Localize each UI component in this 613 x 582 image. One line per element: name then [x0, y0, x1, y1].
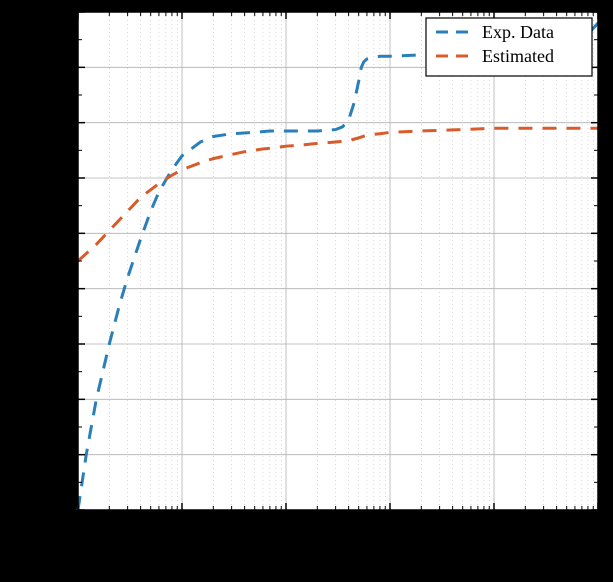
svg-text:100: 100	[274, 512, 299, 536]
x-axis-label: f [Hz]	[314, 545, 362, 567]
y-tick-labels: −100 −80 −60 −40 −20 0 20 40 60 80	[33, 2, 70, 520]
svg-text:−20: −20	[42, 279, 70, 299]
svg-text:0: 0	[61, 223, 70, 243]
svg-text:−100: −100	[33, 500, 70, 520]
plot-area	[78, 12, 598, 510]
svg-text:80: 80	[52, 2, 70, 22]
svg-text:40: 40	[52, 113, 70, 133]
impedance-bode-chart: 10−210−1100101102103 −100−80−60−40−20020…	[0, 0, 613, 582]
svg-text:103: 103	[586, 512, 611, 536]
svg-text:−60: −60	[42, 389, 70, 409]
svg-text:60: 60	[52, 57, 70, 77]
x-tick-labels: 10−210−1100101102103	[62, 512, 610, 536]
svg-text:−40: −40	[42, 334, 70, 354]
svg-text:102: 102	[482, 512, 507, 536]
y-axis-label: |Z| [Ω]	[5, 234, 27, 287]
svg-text:101: 101	[378, 512, 403, 536]
legend: Exp. Data Estimated	[426, 18, 592, 76]
svg-text:20: 20	[52, 168, 70, 188]
svg-text:10−1: 10−1	[166, 512, 198, 536]
legend-entry-est: Estimated	[482, 46, 554, 66]
svg-text:−80: −80	[42, 445, 70, 465]
legend-entry-exp: Exp. Data	[482, 22, 554, 42]
